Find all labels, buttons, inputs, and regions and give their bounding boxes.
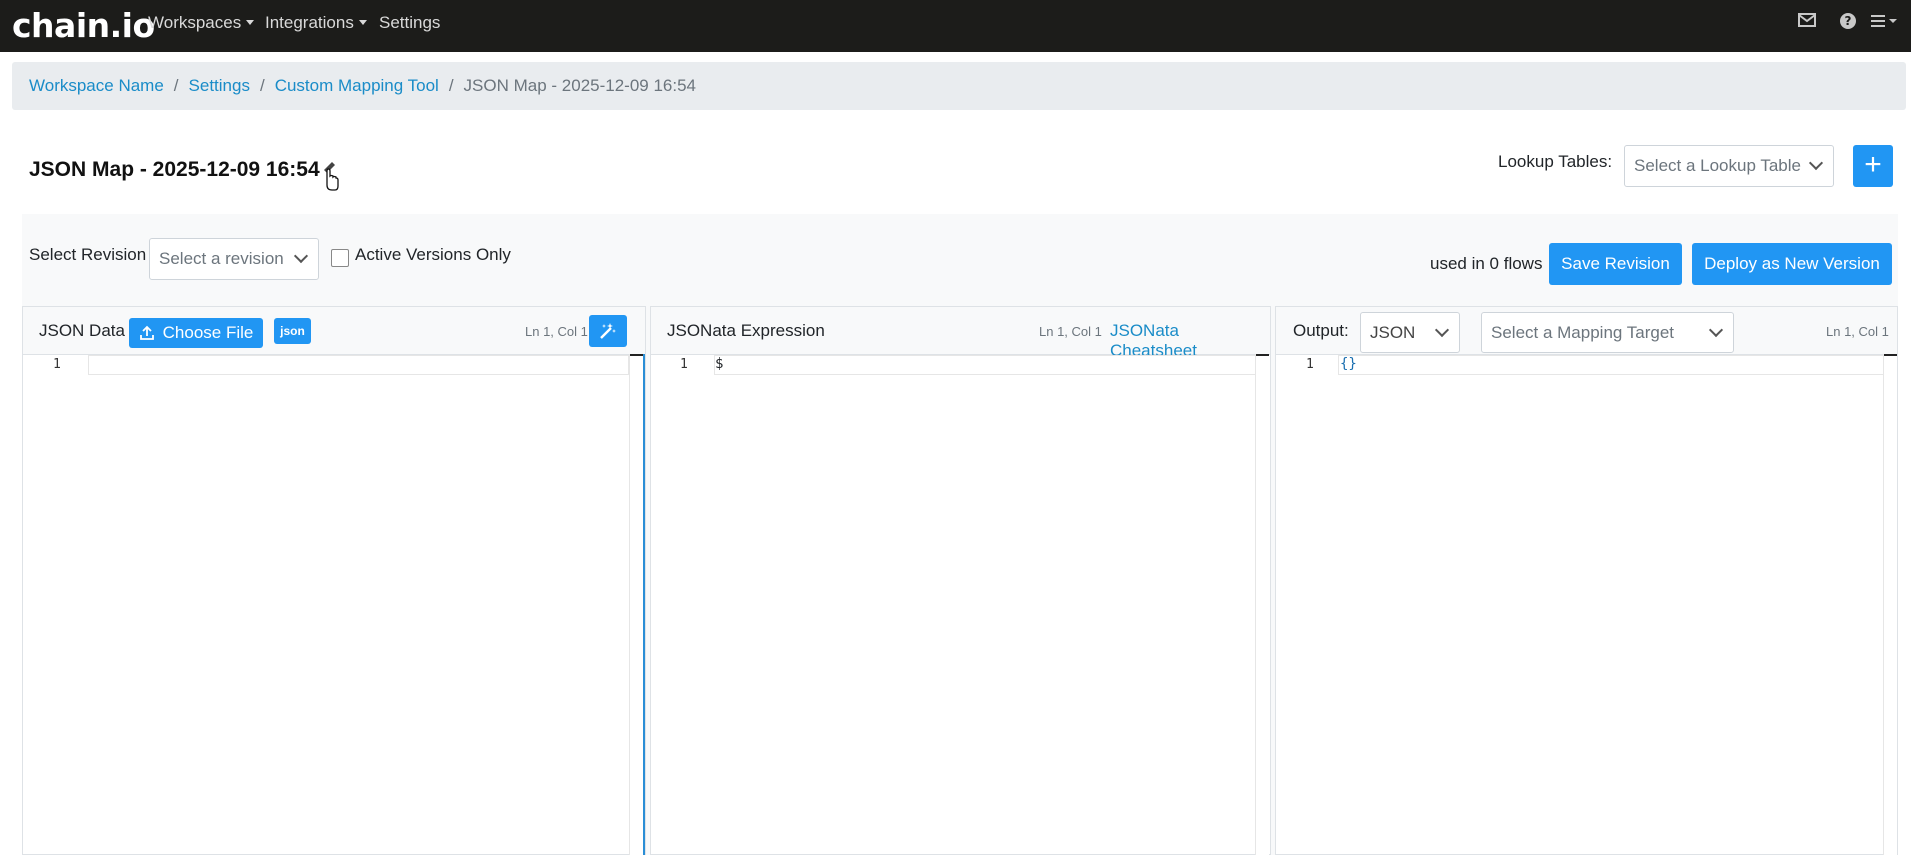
breadcrumb-separator: / bbox=[259, 76, 265, 95]
output-editor-scrollbar[interactable] bbox=[1883, 354, 1897, 855]
jsonata-editor-current-line[interactable] bbox=[714, 355, 1256, 375]
json-line-number: 1 bbox=[53, 357, 61, 372]
output-format-value: JSON bbox=[1370, 322, 1416, 342]
active-versions-checkbox[interactable] bbox=[331, 249, 349, 267]
output-editor-content: {} bbox=[1340, 356, 1357, 372]
lookup-table-select[interactable]: Select a Lookup Table bbox=[1624, 145, 1834, 187]
upload-icon bbox=[139, 325, 154, 340]
lookup-table-placeholder: Select a Lookup Table bbox=[1634, 156, 1801, 175]
jsonata-header: JSONata Expression Ln 1, Col 1 JSONata C… bbox=[651, 307, 1270, 360]
breadcrumb-current: JSON Map - 2025-12-09 16:54 bbox=[463, 76, 697, 95]
panel-resize-handle[interactable] bbox=[643, 354, 645, 855]
breadcrumb-separator: / bbox=[448, 76, 454, 95]
chain-io-logo[interactable]: chain.io bbox=[12, 6, 155, 45]
output-cursor-position: Ln 1, Col 1 bbox=[1826, 324, 1889, 339]
nav-settings[interactable]: Settings bbox=[379, 13, 440, 33]
jsonata-line-number: 1 bbox=[680, 357, 688, 372]
breadcrumb-separator: / bbox=[173, 76, 179, 95]
help-icon[interactable]: ? bbox=[1839, 12, 1857, 35]
lookup-tables-label: Lookup Tables: bbox=[1498, 152, 1613, 171]
breadcrumb-workspace[interactable]: Workspace Name bbox=[29, 76, 164, 96]
output-header: Output: JSON Select a Mapping Target Ln … bbox=[1276, 307, 1897, 355]
json-editor-scrollbar[interactable] bbox=[629, 354, 643, 855]
output-format-select[interactable]: JSON bbox=[1360, 312, 1460, 353]
nav-integrations[interactable]: Integrations bbox=[265, 13, 367, 33]
deploy-new-version-button[interactable]: Deploy as New Version bbox=[1692, 243, 1892, 285]
mapping-target-select[interactable]: Select a Mapping Target bbox=[1481, 312, 1734, 353]
breadcrumb-settings[interactable]: Settings bbox=[189, 76, 250, 96]
output-title: Output: bbox=[1293, 321, 1349, 340]
jsonata-editor-scrollbar[interactable] bbox=[1255, 354, 1269, 855]
menu-icon[interactable] bbox=[1871, 13, 1901, 34]
choose-file-label: Choose File bbox=[162, 323, 254, 342]
json-editor-current-line[interactable] bbox=[88, 355, 629, 375]
json-data-title: JSON Data bbox=[39, 321, 125, 340]
add-lookup-table-button[interactable]: + bbox=[1853, 145, 1893, 187]
json-cursor-position: Ln 1, Col 1 bbox=[525, 324, 588, 339]
mapping-target-placeholder: Select a Mapping Target bbox=[1491, 322, 1675, 342]
revision-select[interactable]: Select a revision bbox=[149, 238, 319, 280]
chevron-down-icon bbox=[1708, 322, 1724, 337]
mail-icon[interactable] bbox=[1798, 12, 1816, 33]
chevron-down-icon bbox=[1434, 322, 1450, 337]
svg-text:?: ? bbox=[1845, 14, 1852, 28]
edit-pencil-icon[interactable] bbox=[318, 162, 340, 192]
page-title: JSON Map - 2025-12-09 16:54 bbox=[29, 158, 320, 181]
format-magic-wand-button[interactable] bbox=[589, 315, 627, 347]
active-versions-label[interactable]: Active Versions Only bbox=[355, 245, 511, 265]
output-panel: Output: JSON Select a Mapping Target Ln … bbox=[1275, 306, 1898, 855]
chevron-down-icon bbox=[293, 248, 309, 264]
save-revision-button[interactable]: Save Revision bbox=[1549, 243, 1682, 285]
nav-workspaces[interactable]: Workspaces bbox=[148, 13, 254, 33]
breadcrumb-custom-mapping-tool[interactable]: Custom Mapping Tool bbox=[275, 76, 439, 96]
json-data-panel: JSON Data Choose File json Ln 1, Col 1 bbox=[22, 306, 646, 855]
jsonata-title: JSONata Expression bbox=[667, 321, 825, 340]
output-editor-current-line bbox=[1338, 355, 1884, 375]
magic-wand-icon bbox=[600, 323, 616, 339]
top-navbar: chain.io Workspaces Integrations Setting… bbox=[0, 0, 1911, 52]
flows-usage-text: used in 0 flows bbox=[1430, 254, 1543, 273]
jsonata-editor-content[interactable]: $ bbox=[715, 356, 723, 372]
json-data-header: JSON Data Choose File json Ln 1, Col 1 bbox=[23, 307, 645, 355]
revision-placeholder: Select a revision bbox=[159, 249, 284, 268]
jsonata-panel: JSONata Expression Ln 1, Col 1 JSONata C… bbox=[650, 306, 1271, 855]
breadcrumb: Workspace Name / Settings / Custom Mappi… bbox=[12, 62, 1906, 110]
jsonata-cursor-position: Ln 1, Col 1 bbox=[1039, 324, 1102, 339]
select-revision-label: Select Revision bbox=[29, 245, 147, 264]
output-line-number: 1 bbox=[1306, 357, 1314, 372]
choose-file-button[interactable]: Choose File bbox=[129, 318, 263, 348]
logo-text: chain.io bbox=[12, 6, 155, 45]
chevron-down-icon bbox=[1808, 155, 1824, 171]
json-format-badge[interactable]: json bbox=[274, 318, 311, 344]
